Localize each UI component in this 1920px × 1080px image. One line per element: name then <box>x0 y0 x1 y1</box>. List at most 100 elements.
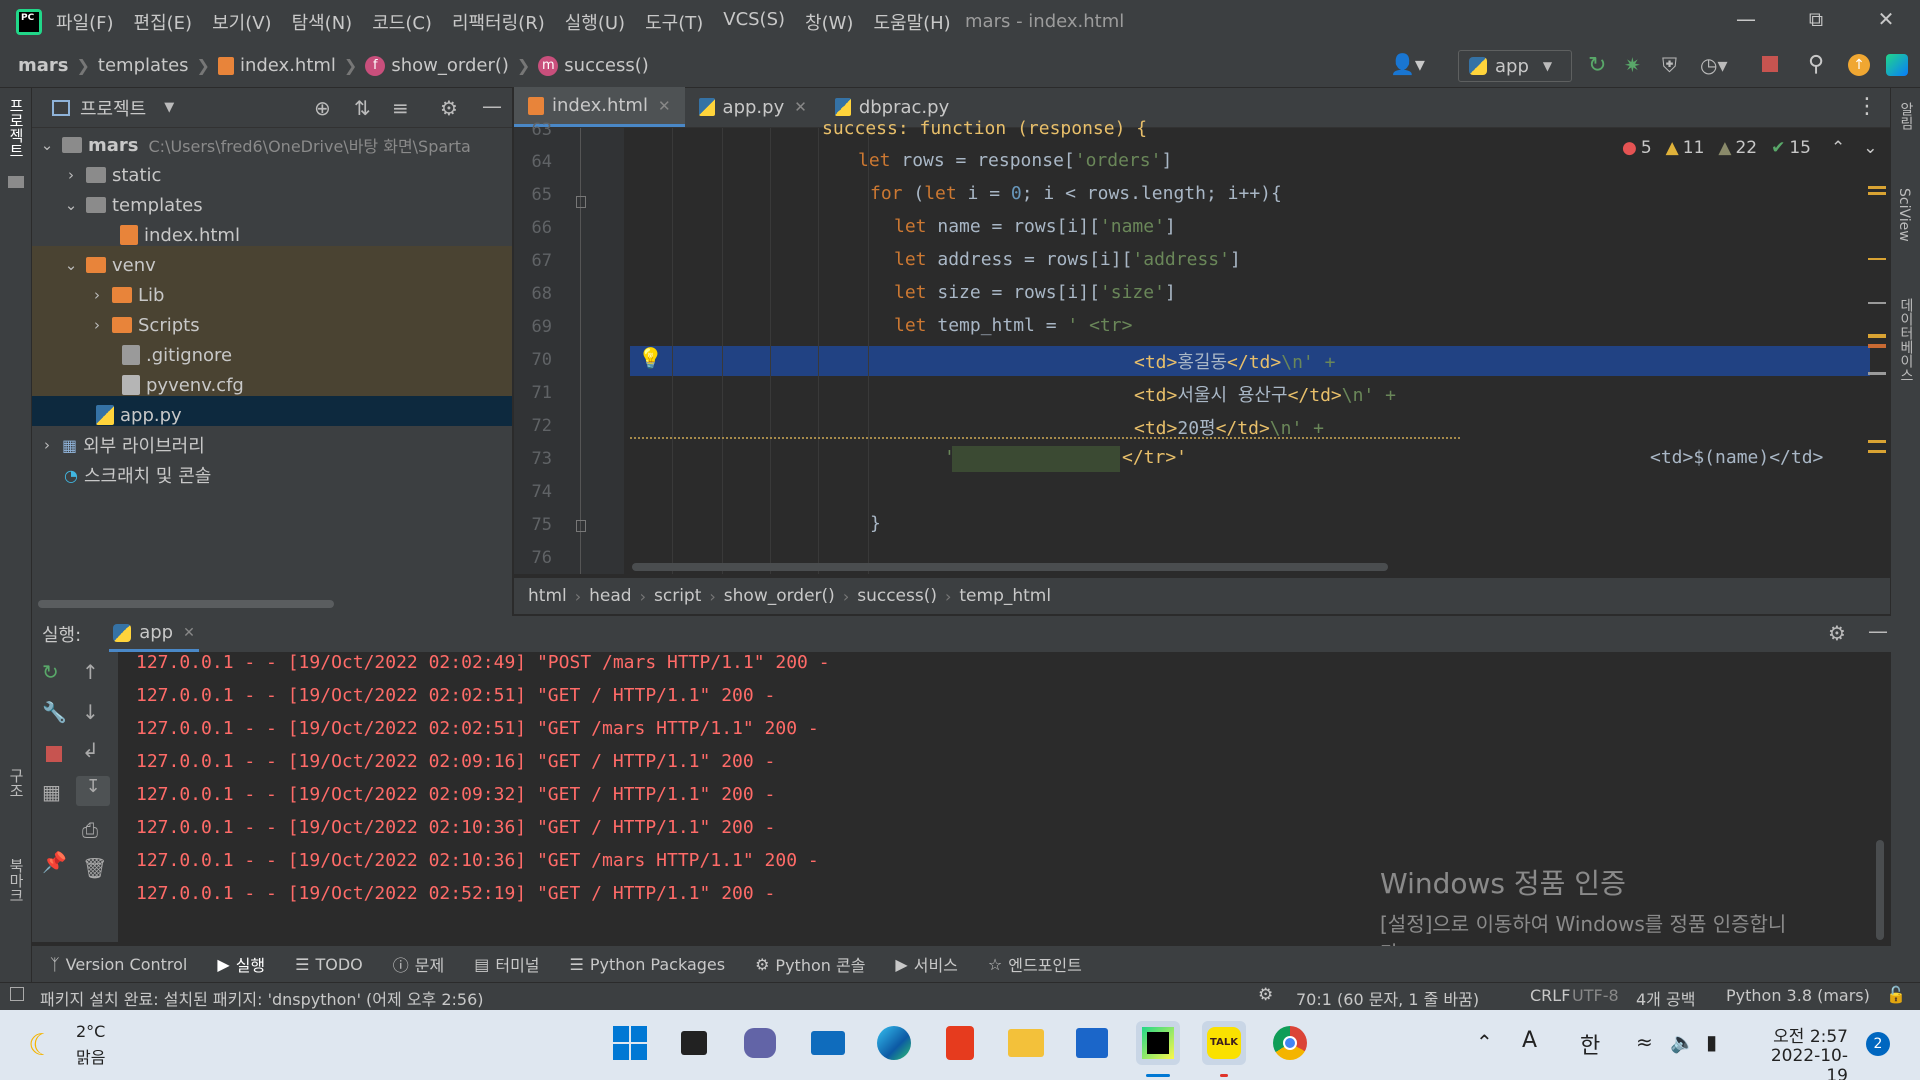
close-tab-icon[interactable]: ✕ <box>183 625 195 641</box>
rerun-icon[interactable]: ↻ <box>42 660 59 684</box>
project-tool-label[interactable]: 프로젝트 <box>6 98 27 158</box>
crumb-project[interactable]: mars <box>18 55 69 76</box>
error-stripe-mark[interactable] <box>1868 192 1886 195</box>
tree-item-venv[interactable]: ⌄ venv <box>32 250 512 280</box>
wifi-icon[interactable]: ≈ <box>1636 1030 1653 1054</box>
notifications-tool-label[interactable]: 알림 <box>1896 102 1916 130</box>
project-panel-title[interactable]: 프로젝트 <box>80 95 146 121</box>
menu-run[interactable]: 실행(U) <box>565 9 625 35</box>
crumb-file[interactable]: index.html <box>217 55 336 76</box>
chevron-up-icon[interactable]: ⌃ <box>1831 138 1845 158</box>
notification-badge[interactable]: 2 <box>1866 1032 1890 1056</box>
print-icon[interactable]: ⎙ <box>82 818 98 842</box>
tree-item-root[interactable]: ⌄ mars C:\Users\fred6\OneDrive\바탕 화면\Spa… <box>32 130 512 160</box>
weather-moon-icon[interactable]: ☾ <box>28 1028 55 1063</box>
tree-item-scripts[interactable]: › Scripts <box>32 310 512 340</box>
minimize-button[interactable]: — <box>1726 7 1766 37</box>
office-icon[interactable] <box>938 1021 982 1065</box>
file-explorer-icon[interactable] <box>1004 1021 1048 1065</box>
menu-code[interactable]: 코드(C) <box>372 9 432 35</box>
menu-window[interactable]: 창(W) <box>805 9 853 35</box>
error-stripe-mark[interactable] <box>1868 372 1886 375</box>
store-icon[interactable] <box>1070 1021 1114 1065</box>
tree-item-external-libraries[interactable]: › ▦ 외부 라이브러리 <box>32 430 512 460</box>
error-stripe-mark[interactable] <box>1868 186 1886 189</box>
soft-wrap-icon[interactable]: ↲ <box>82 738 99 762</box>
close-button[interactable]: ✕ <box>1866 7 1906 37</box>
line-separator[interactable]: CRLF <box>1530 986 1570 1005</box>
expand-all-icon[interactable]: ⇅ <box>354 96 371 120</box>
crumb-templates[interactable]: templates <box>98 55 189 76</box>
gear-icon[interactable]: ⚙ <box>1828 621 1846 645</box>
lightbulb-icon[interactable]: 💡 <box>638 346 663 370</box>
arrow-up-icon[interactable]: ↑ <box>82 660 99 684</box>
chevron-down-icon[interactable]: ⌄ <box>1863 138 1877 158</box>
structure-tool-label[interactable]: 구조 <box>6 768 27 798</box>
tasks-icon[interactable]: ⚙ <box>1258 985 1273 1005</box>
trash-icon[interactable]: 🗑 <box>82 856 107 880</box>
breadcrumb-html[interactable]: html <box>528 586 567 606</box>
chrome-icon[interactable] <box>1268 1021 1312 1065</box>
mail-icon[interactable] <box>806 1021 850 1065</box>
toolwindow-python-console[interactable]: ⚙ Python 콘솔 <box>755 952 865 976</box>
menu-view[interactable]: 보기(V) <box>212 9 271 35</box>
panel-toggle-icon[interactable] <box>10 987 24 1001</box>
debug-icon[interactable]: ✷ <box>1624 53 1641 77</box>
more-tabs-icon[interactable]: ⋮ <box>1856 94 1878 119</box>
breadcrumb-show-order[interactable]: show_order() <box>724 586 835 606</box>
sciview-tool-label[interactable]: SciView <box>1896 188 1912 242</box>
pin-icon[interactable]: 📌 <box>42 850 67 874</box>
chevron-right-icon[interactable]: › <box>62 166 80 184</box>
stop-icon[interactable] <box>46 746 62 762</box>
lock-icon[interactable]: 🔓 <box>1886 985 1906 1004</box>
layout-icon[interactable]: ▦ <box>42 780 61 804</box>
wrench-icon[interactable]: 🔧 <box>42 700 67 724</box>
breadcrumb-script[interactable]: script <box>654 586 701 606</box>
kakaotalk-icon[interactable]: TALK <box>1202 1021 1246 1065</box>
chevron-down-icon[interactable]: ▼ <box>164 100 174 115</box>
error-stripe-mark[interactable] <box>1868 344 1886 348</box>
chevron-right-icon[interactable]: › <box>88 316 106 334</box>
chevron-down-icon[interactable]: ⌄ <box>62 196 80 214</box>
clock-time[interactable]: 오전 2:57 <box>1756 1022 1848 1047</box>
tree-item-templates[interactable]: ⌄ templates <box>32 190 512 220</box>
database-tool-label[interactable]: 데이터베이스 <box>1896 298 1916 382</box>
toolwindow-version-control[interactable]: ᛉ Version Control <box>50 955 187 974</box>
chevron-down-icon[interactable]: ⌄ <box>38 136 56 154</box>
code-with-me-icon[interactable] <box>1886 54 1908 76</box>
tree-item-static[interactable]: › static <box>32 160 512 190</box>
toolwindow-services[interactable]: ▶ 서비스 <box>895 952 957 976</box>
locate-icon[interactable]: ⊕ <box>314 96 331 120</box>
python-interpreter[interactable]: Python 3.8 (mars) <box>1726 986 1870 1005</box>
rerun-icon[interactable]: ↻ <box>1588 53 1606 78</box>
indent-setting[interactable]: 4개 공백 <box>1636 986 1695 1010</box>
menu-file[interactable]: 파일(F) <box>56 9 114 35</box>
fold-marker-icon[interactable] <box>576 520 586 532</box>
breadcrumb-head[interactable]: head <box>589 586 631 606</box>
tree-item-pyvenv[interactable]: pyvenv.cfg <box>32 370 512 400</box>
crumb-fn-success[interactable]: m success() <box>538 55 649 76</box>
add-user-icon[interactable]: 👤▾ <box>1390 52 1425 76</box>
error-stripe-mark[interactable] <box>1868 440 1886 443</box>
chevron-right-icon[interactable]: › <box>88 286 106 304</box>
chevron-up-icon[interactable]: ⌃ <box>1476 1030 1493 1054</box>
breadcrumb-success[interactable]: success() <box>857 586 937 606</box>
editor-horizontal-scrollbar[interactable] <box>632 563 1388 571</box>
tab-run-app[interactable]: app ✕ <box>109 616 199 652</box>
error-stripe-mark[interactable] <box>1868 450 1886 453</box>
scroll-to-end-icon[interactable]: ↧ <box>76 776 110 806</box>
coverage-icon[interactable]: ⛨ <box>1662 53 1677 77</box>
toolwindow-python-packages[interactable]: ☰ Python Packages <box>570 955 726 974</box>
tab-app-py[interactable]: app.py ✕ <box>685 87 821 127</box>
chevron-right-icon[interactable]: › <box>38 436 56 454</box>
menu-tools[interactable]: 도구(T) <box>645 9 703 35</box>
volume-icon[interactable]: 🔈 <box>1670 1030 1695 1054</box>
tree-item-gitignore[interactable]: .gitignore <box>32 340 512 370</box>
tree-item-scratches[interactable]: ◔ 스크래치 및 콘솔 <box>32 460 512 490</box>
bookmarks-tool-label[interactable]: 북마크 <box>6 858 27 903</box>
error-stripe-mark[interactable] <box>1868 258 1886 260</box>
tree-item-index-html[interactable]: index.html <box>32 220 512 250</box>
run-config-selector[interactable]: app ▼ <box>1458 50 1572 82</box>
breadcrumb-temp-html[interactable]: temp_html <box>959 586 1051 606</box>
toolwindow-problems[interactable]: ⓘ 문제 <box>393 952 444 976</box>
